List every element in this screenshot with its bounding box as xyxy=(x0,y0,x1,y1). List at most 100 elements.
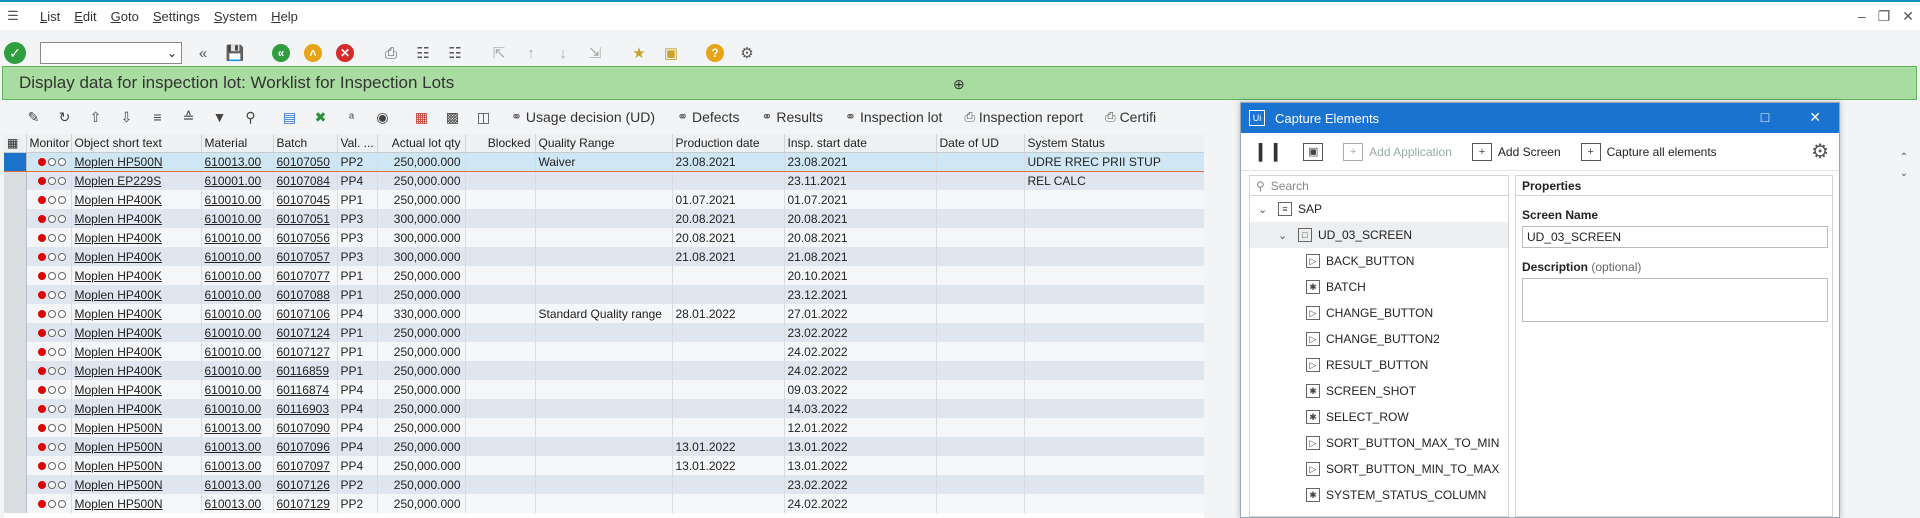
material-cell[interactable]: 610010.00 xyxy=(201,380,274,399)
inspection-report-button[interactable]: ⎙ Inspection report xyxy=(964,109,1083,125)
batch-cell[interactable]: 60107050 xyxy=(273,151,338,172)
scroll-down-icon[interactable]: ⌄ xyxy=(1896,168,1912,184)
object-short-text-cell[interactable]: Moplen HP400K xyxy=(71,361,202,380)
chevron-down-icon[interactable]: ⌄ xyxy=(1258,203,1272,216)
col-actual-lot-qty[interactable]: Actual lot qty xyxy=(377,134,466,153)
batch-cell[interactable]: 60116859 xyxy=(273,361,338,380)
minimize-icon[interactable]: – xyxy=(1858,8,1866,25)
table-row[interactable]: Moplen HP400K 610010.00 60107106 PP4 330,000… xyxy=(4,304,1204,323)
material-cell[interactable]: 610010.00 xyxy=(201,247,274,266)
command-field[interactable]: ⌄ xyxy=(40,42,182,64)
batch-cell[interactable]: 60107057 xyxy=(273,247,338,266)
table-row[interactable]: Moplen HP400K 610010.00 60107056 PP3 300,000… xyxy=(4,228,1204,247)
material-cell[interactable]: 610010.00 xyxy=(201,228,274,247)
material-cell[interactable]: 610013.00 xyxy=(201,418,274,437)
table-row[interactable]: Moplen HP400K 610010.00 60107045 PP1 250,000… xyxy=(4,190,1204,209)
chart-icon[interactable]: ▤ xyxy=(274,106,305,128)
row-selector[interactable] xyxy=(4,342,27,361)
table-row[interactable]: Moplen HP500N 610013.00 60107129 PP2 250,000… xyxy=(4,494,1204,513)
collapse-command-icon[interactable]: « xyxy=(192,42,214,64)
row-selector[interactable] xyxy=(4,228,27,247)
tree-node-element[interactable]: ▷ CHANGE_BUTTON xyxy=(1250,300,1508,326)
back-icon[interactable]: « xyxy=(270,42,292,64)
material-cell[interactable]: 610010.00 xyxy=(201,342,274,361)
tree-node-element[interactable]: ▷ BACK_BUTTON xyxy=(1250,248,1508,274)
table-row[interactable]: Moplen HP400K 610010.00 60107127 PP1 250,000… xyxy=(4,342,1204,361)
tree-node-element[interactable]: ✱ SCREEN_SHOT xyxy=(1250,378,1508,404)
menu-help[interactable]: Help xyxy=(271,9,298,24)
tree-node-element[interactable]: ✱ SELECT_ROW xyxy=(1250,404,1508,430)
batch-cell[interactable]: 60107126 xyxy=(273,475,338,494)
batch-cell[interactable]: 60107106 xyxy=(273,304,338,323)
batch-cell[interactable]: 60107056 xyxy=(273,228,338,247)
row-selector[interactable] xyxy=(4,475,27,494)
table-row[interactable]: Moplen HP400K 610010.00 60107124 PP1 250,000… xyxy=(4,323,1204,342)
col-blocked[interactable]: Blocked xyxy=(465,134,536,153)
table-row[interactable]: Moplen HP400K 610010.00 60116859 PP1 250,000… xyxy=(4,361,1204,380)
save-icon[interactable]: 💾 xyxy=(224,42,246,64)
table-row[interactable]: Moplen HP400K 610010.00 60107051 PP3 300,000… xyxy=(4,209,1204,228)
exit-icon[interactable]: ˄ xyxy=(302,42,324,64)
last-page-icon[interactable]: ⇲ xyxy=(584,42,606,64)
batch-cell[interactable]: 60107077 xyxy=(273,266,338,285)
table-row[interactable]: Moplen HP500N 610013.00 60107050 PP2 250,000… xyxy=(4,151,1204,172)
details-icon[interactable]: ✎ xyxy=(18,106,49,128)
table-row[interactable]: Moplen HP400K 610010.00 60107077 PP1 250,000… xyxy=(4,266,1204,285)
create-session-icon[interactable]: ★ xyxy=(628,42,650,64)
row-selector[interactable] xyxy=(4,285,27,304)
menu-system[interactable]: System xyxy=(214,9,257,24)
batch-cell[interactable]: 60107127 xyxy=(273,342,338,361)
material-cell[interactable]: 610010.00 xyxy=(201,323,274,342)
row-selector[interactable] xyxy=(4,151,27,172)
tree-node-element[interactable]: ✱ BATCH xyxy=(1250,274,1508,300)
save-layout-icon[interactable]: ◫ xyxy=(468,106,499,128)
batch-cell[interactable]: 60107124 xyxy=(273,323,338,342)
row-selector[interactable] xyxy=(4,399,27,418)
col-object-short-text[interactable]: Object short text xyxy=(71,134,202,153)
results-button[interactable]: ⚭ Results xyxy=(761,109,823,125)
batch-cell[interactable]: 60107045 xyxy=(273,190,338,209)
table-row[interactable]: Moplen EP229S 610001.00 60107084 PP4 250,000… xyxy=(4,171,1204,190)
col-quality-range[interactable]: Quality Range xyxy=(535,134,673,153)
table-row[interactable]: Moplen HP400K 610010.00 60107057 PP3 300,000… xyxy=(4,247,1204,266)
col-batch[interactable]: Batch xyxy=(273,134,338,153)
material-cell[interactable]: 610010.00 xyxy=(201,266,274,285)
tree-node-element[interactable]: ▷ SORT_BUTTON_MAX_TO_MIN xyxy=(1250,430,1508,456)
export-icon[interactable]: ✖ xyxy=(305,106,336,128)
row-selector[interactable] xyxy=(4,247,27,266)
batch-cell[interactable]: 60107096 xyxy=(273,437,338,456)
find-in-list-icon[interactable]: ⚲ xyxy=(235,106,266,128)
material-cell[interactable]: 610010.00 xyxy=(201,285,274,304)
find-icon[interactable]: ☷ xyxy=(412,42,434,64)
row-selector[interactable] xyxy=(4,209,27,228)
material-cell[interactable]: 610010.00 xyxy=(201,361,274,380)
close-icon[interactable]: ✕ xyxy=(1809,109,1821,126)
object-short-text-cell[interactable]: Moplen HP400K xyxy=(71,399,202,418)
close-icon[interactable]: ✕ xyxy=(1902,8,1914,25)
add-application-button[interactable]: + Add Application xyxy=(1343,142,1452,161)
save-button[interactable]: ▣ xyxy=(1303,142,1324,161)
maximize-icon[interactable]: □ xyxy=(1761,109,1769,126)
table-row[interactable]: Moplen HP500N 610013.00 60107090 PP4 250,000… xyxy=(4,418,1204,437)
object-short-text-cell[interactable]: Moplen HP500N xyxy=(71,494,202,513)
first-page-icon[interactable]: ⇱ xyxy=(488,42,510,64)
material-cell[interactable]: 610013.00 xyxy=(201,475,274,494)
row-selector[interactable] xyxy=(4,304,27,323)
menu-settings[interactable]: Settings xyxy=(153,9,200,24)
object-short-text-cell[interactable]: Moplen HP400K xyxy=(71,247,202,266)
material-cell[interactable]: 610010.00 xyxy=(201,399,274,418)
find-next-icon[interactable]: ☷ xyxy=(444,42,466,64)
menu-goto[interactable]: Goto xyxy=(111,9,139,24)
object-short-text-cell[interactable]: Moplen HP400K xyxy=(71,228,202,247)
sort-descending-icon[interactable]: ⇩ xyxy=(111,106,142,128)
row-selector[interactable] xyxy=(4,266,27,285)
row-selector[interactable] xyxy=(4,380,27,399)
scroll-up-icon[interactable]: ⌃ xyxy=(1896,152,1912,168)
help-icon[interactable]: ? xyxy=(704,42,726,64)
sort-ascending-icon[interactable]: ⇧ xyxy=(80,106,111,128)
usage-decision-button[interactable]: ⚭ Usage decision (UD) xyxy=(511,109,655,125)
tree-search[interactable]: ⚲ Search xyxy=(1250,176,1508,196)
object-short-text-cell[interactable]: Moplen EP229S xyxy=(71,171,202,190)
system-menu-icon[interactable]: ☰ xyxy=(0,8,26,24)
cancel-icon[interactable]: ✕ xyxy=(334,42,356,64)
